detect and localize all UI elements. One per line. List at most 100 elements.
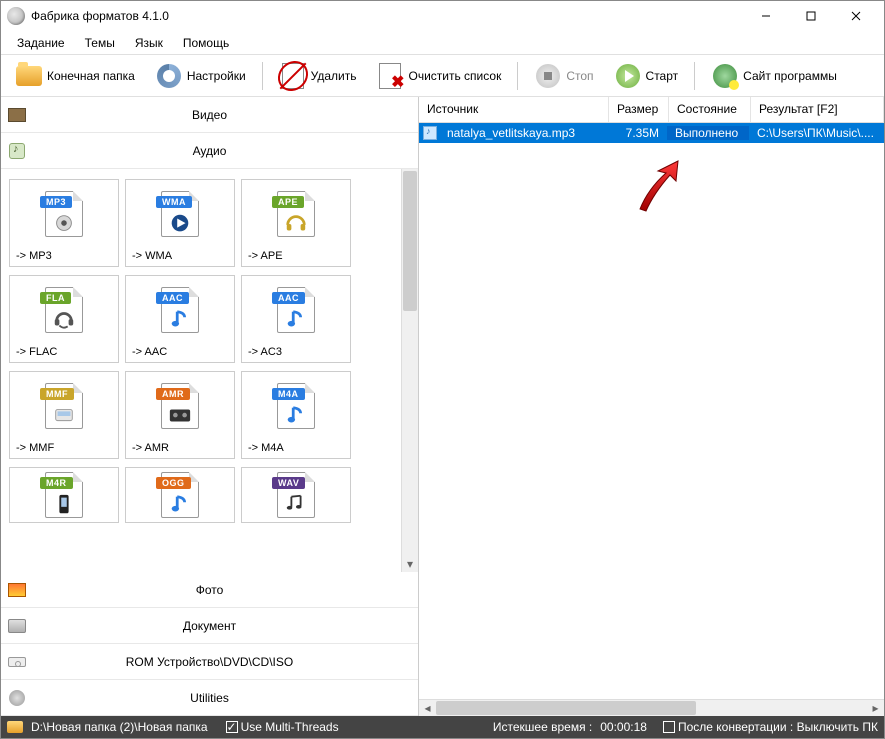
format-badge: WMA (156, 196, 192, 208)
format-label: -> AC3 (242, 343, 350, 362)
elapsed-label: Истекшее время : (493, 720, 592, 734)
format-tile-ape[interactable]: APE -> APE (241, 179, 351, 267)
category-utilities[interactable]: Utilities (1, 680, 418, 716)
photo-icon (8, 583, 26, 597)
menu-language[interactable]: Язык (125, 33, 173, 53)
cell-result: C:\Users\ПК\Music\.... (749, 126, 884, 140)
category-rom[interactable]: ROM Устройство\DVD\CD\ISO (1, 644, 418, 680)
clear-list-button[interactable]: Очистить список (368, 59, 509, 93)
format-tile-aac[interactable]: AAC-> AAC (125, 275, 235, 363)
format-tile-ogg[interactable]: OGG (125, 467, 235, 523)
elapsed-value: 00:00:18 (600, 720, 647, 734)
format-tile-wav[interactable]: WAV (241, 467, 351, 523)
cell-source: natalya_vetlitskaya.mp3 (439, 126, 607, 140)
format-badge: FLA (40, 292, 71, 304)
menu-task[interactable]: Задание (7, 33, 75, 53)
category-photo[interactable]: Фото (1, 572, 418, 608)
format-badge: MP3 (40, 196, 72, 208)
right-panel: Источник Размер Состояние Результат [F2]… (419, 97, 884, 716)
scroll-thumb[interactable] (403, 171, 417, 311)
format-badge: OGG (156, 477, 191, 489)
format-tile-wma[interactable]: WMA-> WMA (125, 179, 235, 267)
format-glyph-icon (284, 404, 308, 426)
minimize-button[interactable] (743, 2, 788, 30)
format-tile-m4a[interactable]: M4A -> M4A (241, 371, 351, 459)
cell-size: 7.35M (607, 126, 667, 140)
format-glyph-icon (284, 308, 308, 330)
main-area: Видео Аудио MP3 -> MP3 WMA-> WMA APE -> APE F… (1, 97, 884, 716)
audio-file-icon (423, 126, 437, 140)
stop-button[interactable]: Стоп (526, 59, 601, 93)
toolbar-separator (262, 62, 263, 90)
col-result[interactable]: Результат [F2] (751, 97, 884, 122)
format-label: -> APE (242, 247, 350, 266)
site-label: Сайт программы (743, 69, 837, 83)
settings-button[interactable]: Настройки (147, 59, 254, 93)
status-path[interactable]: D:\Новая папка (2)\Новая папка (31, 720, 208, 734)
delete-icon (282, 63, 304, 89)
delete-button[interactable]: Удалить (271, 59, 365, 93)
format-tile-m4r[interactable]: M4R (9, 467, 119, 523)
format-tile-mmf[interactable]: MMF-> MMF (9, 371, 119, 459)
scroll-left-icon[interactable]: ◂ (419, 700, 436, 716)
format-badge: M4A (272, 388, 305, 400)
clear-icon (379, 63, 401, 89)
toolbar: Конечная папка Настройки Удалить Очистит… (1, 55, 884, 97)
format-glyph-icon (168, 404, 192, 426)
left-panel: Видео Аудио MP3 -> MP3 WMA-> WMA APE -> APE F… (1, 97, 419, 716)
col-size[interactable]: Размер (609, 97, 669, 122)
category-audio[interactable]: Аудио (1, 133, 418, 169)
format-badge: APE (272, 196, 304, 208)
col-state[interactable]: Состояние (669, 97, 751, 122)
stop-icon (536, 64, 560, 88)
maximize-button[interactable] (788, 2, 833, 30)
window-title: Фабрика форматов 4.1.0 (31, 9, 743, 23)
format-badge: M4R (40, 477, 73, 489)
format-tile-amr[interactable]: AMR-> AMR (125, 371, 235, 459)
music-icon (9, 143, 25, 159)
multithreads-checkbox[interactable]: ✓ Use Multi-Threads (226, 720, 339, 734)
format-badge: AAC (272, 292, 305, 304)
category-photo-label: Фото (33, 583, 418, 597)
site-button[interactable]: Сайт программы (703, 59, 845, 93)
output-folder-button[interactable]: Конечная папка (7, 59, 143, 93)
col-source[interactable]: Источник (419, 97, 609, 122)
format-label: -> AAC (126, 343, 234, 362)
format-tile-fla[interactable]: FLA-> FLAC (9, 275, 119, 363)
format-tile-aac[interactable]: AAC -> AC3 (241, 275, 351, 363)
gear-icon (157, 64, 181, 88)
document-icon (8, 619, 26, 633)
after-conversion-checkbox[interactable]: После конвертации : Выключить ПК (663, 720, 878, 734)
table-hscrollbar[interactable]: ◂ ▸ (419, 699, 884, 716)
table-row[interactable]: natalya_vetlitskaya.mp37.35MВыполненоC:\… (419, 123, 884, 143)
scroll-down-icon[interactable]: ▾ (402, 555, 418, 572)
table-body: natalya_vetlitskaya.mp37.35MВыполненоC:\… (419, 123, 884, 699)
category-audio-label: Аудио (33, 144, 418, 158)
start-button[interactable]: Старт (606, 59, 687, 93)
start-label: Старт (646, 69, 679, 83)
folder-icon (16, 66, 42, 86)
cog-icon (9, 690, 25, 706)
category-rom-label: ROM Устройство\DVD\CD\ISO (33, 655, 418, 669)
format-label: -> MP3 (10, 247, 118, 266)
status-bar: D:\Новая папка (2)\Новая папка ✓ Use Mul… (1, 716, 884, 738)
format-glyph-icon (52, 493, 76, 515)
scroll-right-icon[interactable]: ▸ (867, 700, 884, 716)
format-label: -> M4A (242, 439, 350, 458)
close-button[interactable] (833, 2, 878, 30)
format-glyph-icon (284, 212, 308, 234)
delete-label: Удалить (311, 69, 357, 83)
menu-themes[interactable]: Темы (75, 33, 125, 53)
menu-help[interactable]: Помощь (173, 33, 239, 53)
formats-scrollbar[interactable]: ▴ ▾ (401, 169, 418, 572)
folder-icon (7, 721, 23, 733)
format-grid: MP3-> MP3WMA-> WMAAPE-> APEFLA-> FLACAAC… (9, 179, 393, 523)
format-glyph-icon (52, 308, 76, 330)
category-video[interactable]: Видео (1, 97, 418, 133)
category-document[interactable]: Документ (1, 608, 418, 644)
formats-panel: MP3-> MP3WMA-> WMAAPE-> APEFLA-> FLACAAC… (1, 169, 418, 572)
category-document-label: Документ (33, 619, 418, 633)
hscroll-thumb[interactable] (436, 701, 696, 715)
format-tile-mp3[interactable]: MP3 -> MP3 (9, 179, 119, 267)
globe-icon (713, 64, 737, 88)
